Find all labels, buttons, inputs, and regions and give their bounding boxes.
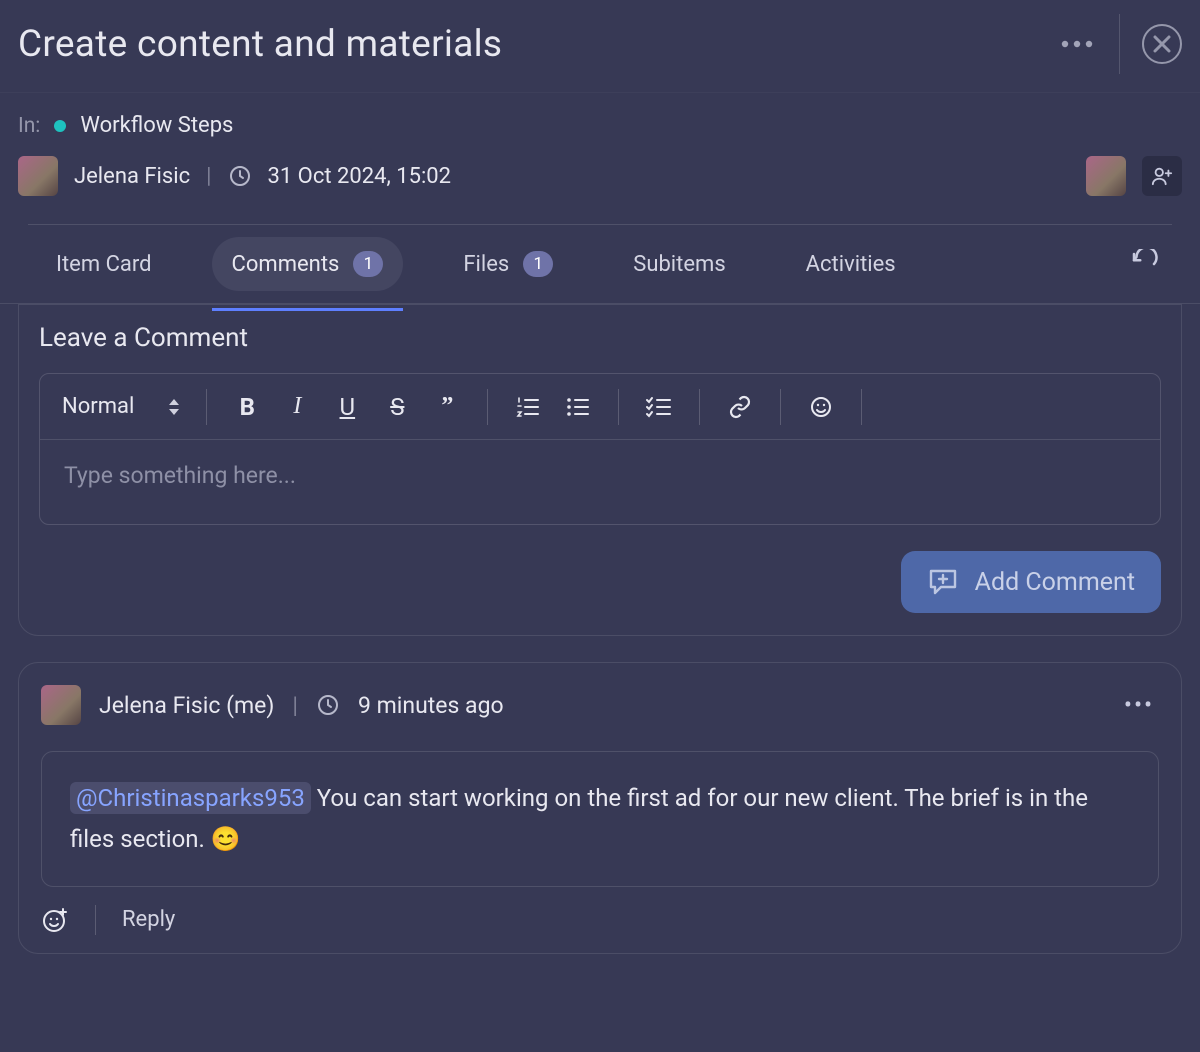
tab-comments[interactable]: Comments 1 [212, 237, 404, 291]
emoji-plus-icon [41, 906, 69, 934]
blockquote-button[interactable]: ” [433, 393, 461, 420]
person-plus-icon [1151, 165, 1173, 187]
tab-bar: Item Card Comments 1 Files 1 Subitems Ac… [0, 225, 1200, 303]
leave-comment-title: Leave a Comment [39, 323, 1161, 353]
toolbar-separator [699, 389, 700, 425]
tab-label: Subitems [633, 252, 725, 277]
add-comment-label: Add Comment [975, 568, 1135, 597]
refresh-icon [1129, 249, 1159, 279]
ellipsis-icon [1061, 40, 1093, 48]
rich-text-editor: Normal B I U S ” [39, 373, 1161, 525]
tab-label: Item Card [56, 252, 152, 277]
board-color-dot [54, 120, 66, 132]
leave-comment-panel: Leave a Comment Normal B I U S ” [18, 304, 1182, 636]
react-button[interactable] [41, 906, 69, 934]
page-title: Create content and materials [18, 23, 1057, 66]
italic-button[interactable]: I [283, 393, 311, 420]
separator [95, 905, 96, 935]
close-icon [1153, 35, 1171, 53]
ordered-list-icon [516, 396, 540, 418]
mention-chip[interactable]: @Christinasparks953 [70, 782, 311, 814]
select-value: Normal [62, 394, 134, 419]
ordered-list-button[interactable] [514, 396, 542, 418]
editor-toolbar: Normal B I U S ” [40, 374, 1160, 440]
close-button[interactable] [1142, 24, 1182, 64]
created-timestamp: 31 Oct 2024, 15:02 [268, 164, 452, 189]
add-member-button[interactable] [1142, 156, 1182, 196]
comment-plus-icon [927, 567, 959, 597]
bullet-list-icon [566, 396, 590, 418]
tab-label: Activities [806, 252, 896, 277]
bold-button[interactable]: B [233, 393, 261, 421]
separator: | [206, 164, 211, 189]
in-label: In: [18, 114, 40, 138]
modal-header: Create content and materials [0, 0, 1200, 93]
tab-label: Files [463, 252, 509, 277]
author-name[interactable]: Jelena Fisic [74, 164, 190, 189]
comment-more-button[interactable]: ••• [1119, 685, 1159, 725]
tab-item-card[interactable]: Item Card [36, 238, 172, 291]
author-avatar[interactable] [18, 156, 58, 196]
checklist-icon [646, 396, 672, 418]
divider [1119, 14, 1120, 74]
tab-activities[interactable]: Activities [786, 238, 916, 291]
more-options-button[interactable] [1057, 24, 1097, 64]
refresh-button[interactable] [1124, 244, 1164, 284]
comment-body: @Christinasparks953 You can start workin… [41, 751, 1159, 887]
comments-count-badge: 1 [353, 251, 383, 277]
unordered-list-button[interactable] [564, 396, 592, 418]
strikethrough-button[interactable]: S [383, 393, 411, 421]
toolbar-separator [206, 389, 207, 425]
board-name-link[interactable]: Workflow Steps [80, 113, 233, 138]
toolbar-separator [861, 389, 862, 425]
tab-label: Comments [232, 252, 340, 277]
assignee-avatar[interactable] [1086, 156, 1126, 196]
comment-emoji: 😊 [211, 825, 241, 853]
tab-subitems[interactable]: Subitems [613, 238, 745, 291]
clock-icon [316, 693, 340, 717]
files-count-badge: 1 [523, 251, 553, 277]
toolbar-separator [618, 389, 619, 425]
emoji-button[interactable] [807, 395, 835, 419]
ellipsis-icon: ••• [1124, 691, 1154, 719]
select-caret-icon [168, 398, 180, 416]
comment-author-name[interactable]: Jelena Fisic (me) [99, 692, 274, 719]
paragraph-style-select[interactable]: Normal [62, 394, 180, 419]
underline-button[interactable]: U [333, 393, 361, 421]
toolbar-separator [487, 389, 488, 425]
reply-button[interactable]: Reply [122, 907, 175, 932]
add-comment-button[interactable]: Add Comment [901, 551, 1161, 613]
comment-textarea[interactable]: Type something here... [40, 440, 1160, 524]
emoji-icon [809, 395, 833, 419]
comment-timestamp: 9 minutes ago [358, 692, 504, 719]
item-meta: In: Workflow Steps Jelena Fisic | 31 Oct… [0, 93, 1200, 225]
link-icon [727, 395, 753, 419]
toolbar-separator [780, 389, 781, 425]
link-button[interactable] [726, 395, 754, 419]
comment-author-avatar[interactable] [41, 685, 81, 725]
comment-card: Jelena Fisic (me) | 9 minutes ago ••• @C… [18, 662, 1182, 954]
tab-files[interactable]: Files 1 [443, 237, 573, 291]
clock-icon [228, 164, 252, 188]
separator: | [292, 692, 298, 719]
checklist-button[interactable] [645, 396, 673, 418]
